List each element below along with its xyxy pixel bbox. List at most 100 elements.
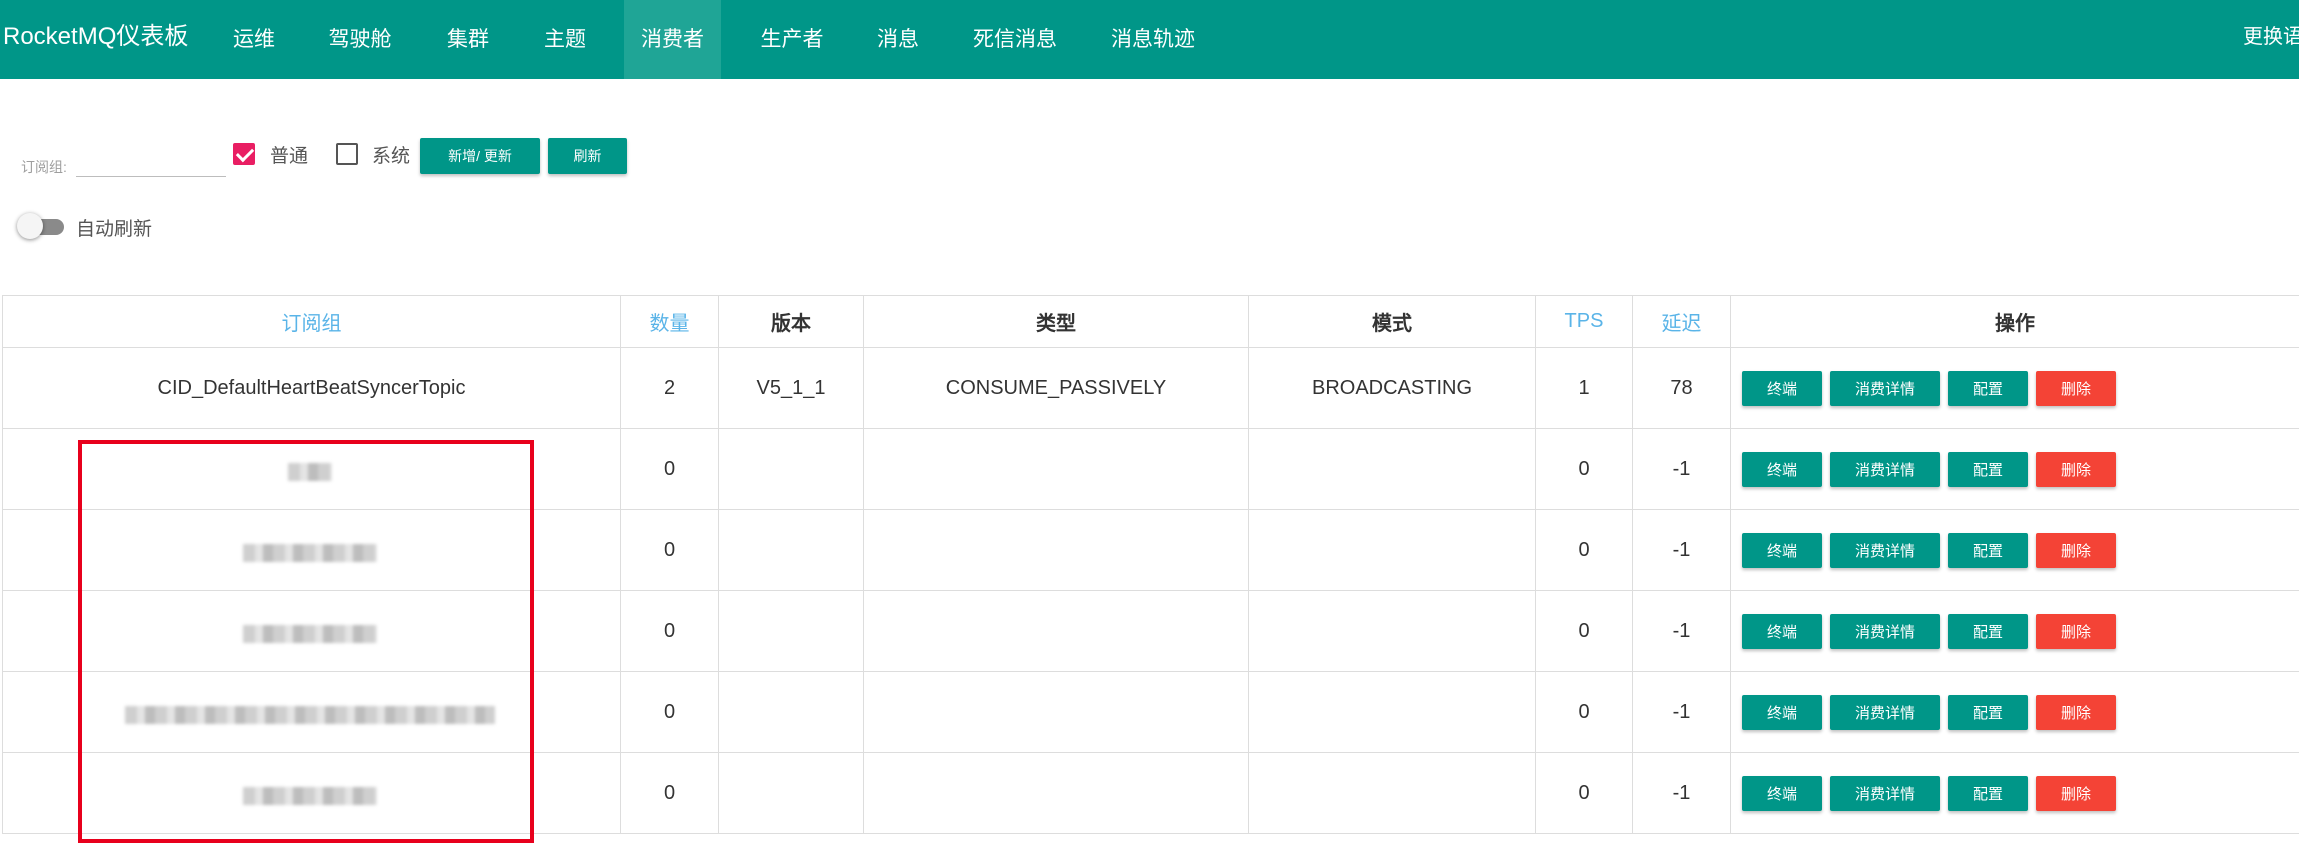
cell-mode [1248, 753, 1535, 833]
nav-item-dlq-message[interactable]: 死信消息 [965, 0, 1065, 79]
delete-button[interactable]: 删除 [2036, 532, 2116, 568]
terminal-button[interactable]: 终端 [1742, 613, 1822, 649]
config-button[interactable]: 配置 [1948, 370, 2028, 406]
table-header-row: 订阅组 数量 版本 类型 模式 TPS 延迟 操作 [2, 295, 2299, 348]
cell-operations: 终端 消费详情 配置 删除 [1730, 753, 2299, 833]
cell-version [718, 672, 863, 752]
consume-tps: 1 [1578, 376, 1590, 399]
cell-type [863, 672, 1248, 752]
subscription-group-name: CID_DefaultHeartBeatSyncerTopic [157, 376, 466, 399]
table-row-4: 0 0 -1 终端 消费详情 配置 删除 [2, 672, 2299, 753]
header-type: 类型 [863, 296, 1248, 347]
brand-title[interactable]: RocketMQ仪表板 [3, 20, 188, 54]
nav-item-topic[interactable]: 主题 [535, 0, 595, 79]
header-tps[interactable]: TPS [1535, 296, 1632, 347]
consume-detail-button[interactable]: 消费详情 [1830, 694, 1940, 730]
check-icon [235, 143, 255, 163]
nav-item-cluster[interactable]: 集群 [438, 0, 498, 79]
cell-type [863, 510, 1248, 590]
consume-detail-button[interactable]: 消费详情 [1830, 532, 1940, 568]
normal-checkbox[interactable] [233, 143, 255, 165]
cell-version [718, 429, 863, 509]
header-count[interactable]: 数量 [620, 296, 718, 347]
consumer-count: 0 [663, 781, 676, 804]
config-button[interactable]: 配置 [1948, 451, 2028, 487]
message-model: BROADCASTING [1311, 376, 1473, 399]
cell-tps: 0 [1535, 753, 1632, 833]
table-row-0: CID_DefaultHeartBeatSyncerTopic 2 V5_1_1… [2, 348, 2299, 429]
consume-detail-button[interactable]: 消费详情 [1830, 775, 1940, 811]
redacted-text-bar [243, 625, 377, 643]
nav-item-ops[interactable]: 运维 [224, 0, 284, 79]
consume-detail-button[interactable]: 消费详情 [1830, 451, 1940, 487]
cell-subscription-group [2, 591, 620, 671]
terminal-button[interactable]: 终端 [1742, 532, 1822, 568]
config-button[interactable]: 配置 [1948, 532, 2028, 568]
consume-detail-button[interactable]: 消费详情 [1830, 613, 1940, 649]
cell-mode: BROADCASTING [1248, 348, 1535, 428]
consume-tps: 0 [1578, 538, 1590, 561]
diff-total: -1 [1672, 781, 1691, 804]
system-checkbox[interactable] [336, 143, 358, 165]
terminal-button[interactable]: 终端 [1742, 370, 1822, 406]
cell-count: 0 [620, 591, 718, 671]
config-button[interactable]: 配置 [1948, 775, 2028, 811]
cell-subscription-group [2, 510, 620, 590]
cell-subscription-group [2, 429, 620, 509]
cell-delay: -1 [1632, 510, 1730, 590]
delete-button[interactable]: 删除 [2036, 613, 2116, 649]
consumer-count: 0 [663, 619, 676, 642]
consumer-count: 2 [663, 376, 676, 399]
terminal-button[interactable]: 终端 [1742, 694, 1822, 730]
nav-item-producer[interactable]: 生产者 [752, 0, 832, 79]
diff-total: -1 [1672, 700, 1691, 723]
consumer-count: 0 [663, 457, 676, 480]
cell-delay: -1 [1632, 429, 1730, 509]
cell-count: 0 [620, 672, 718, 752]
cell-version [718, 753, 863, 833]
table-row-5: 0 0 -1 终端 消费详情 配置 删除 [2, 753, 2299, 834]
subscription-group-input[interactable] [76, 148, 226, 177]
header-operations: 操作 [1730, 296, 2299, 347]
change-language-button[interactable]: 更换语言 [2243, 0, 2299, 79]
cell-tps: 0 [1535, 591, 1632, 671]
cell-version: V5_1_1 [718, 348, 863, 428]
auto-refresh-toggle-thumb[interactable] [17, 213, 43, 239]
config-button[interactable]: 配置 [1948, 694, 2028, 730]
cell-version [718, 510, 863, 590]
nav-item-cockpit[interactable]: 驾驶舱 [320, 0, 400, 79]
cell-operations: 终端 消费详情 配置 删除 [1730, 672, 2299, 752]
normal-checkbox-label[interactable]: 普通 [270, 141, 308, 168]
header-subscription-group[interactable]: 订阅组 [2, 296, 620, 347]
cell-subscription-group [2, 753, 620, 833]
system-checkbox-label[interactable]: 系统 [372, 141, 410, 168]
delete-button[interactable]: 删除 [2036, 775, 2116, 811]
cell-tps: 0 [1535, 672, 1632, 752]
refresh-button[interactable]: 刷新 [548, 138, 627, 174]
terminal-button[interactable]: 终端 [1742, 451, 1822, 487]
nav-item-consumer[interactable]: 消费者 [624, 0, 721, 79]
header-version: 版本 [718, 296, 863, 347]
nav-item-message[interactable]: 消息 [868, 0, 928, 79]
table-row-3: 0 0 -1 终端 消费详情 配置 删除 [2, 591, 2299, 672]
redacted-text-bar [243, 544, 377, 562]
consume-detail-button[interactable]: 消费详情 [1830, 370, 1940, 406]
nav-item-message-trace[interactable]: 消息轨迹 [1103, 0, 1203, 79]
delete-button[interactable]: 删除 [2036, 451, 2116, 487]
cell-type [863, 429, 1248, 509]
terminal-button[interactable]: 终端 [1742, 775, 1822, 811]
diff-total: -1 [1672, 538, 1691, 561]
add-update-button[interactable]: 新增/ 更新 [420, 138, 540, 174]
cell-count: 2 [620, 348, 718, 428]
redacted-text-bar [125, 706, 495, 724]
cell-subscription-group: CID_DefaultHeartBeatSyncerTopic [2, 348, 620, 428]
header-delay[interactable]: 延迟 [1632, 296, 1730, 347]
cell-count: 0 [620, 510, 718, 590]
cell-operations: 终端 消费详情 配置 删除 [1730, 429, 2299, 509]
config-button[interactable]: 配置 [1948, 613, 2028, 649]
table-row-2: 0 0 -1 终端 消费详情 配置 删除 [2, 510, 2299, 591]
delete-button[interactable]: 删除 [2036, 370, 2116, 406]
subscription-group-label: 订阅组: [21, 159, 67, 175]
diff-total: -1 [1672, 619, 1691, 642]
delete-button[interactable]: 删除 [2036, 694, 2116, 730]
